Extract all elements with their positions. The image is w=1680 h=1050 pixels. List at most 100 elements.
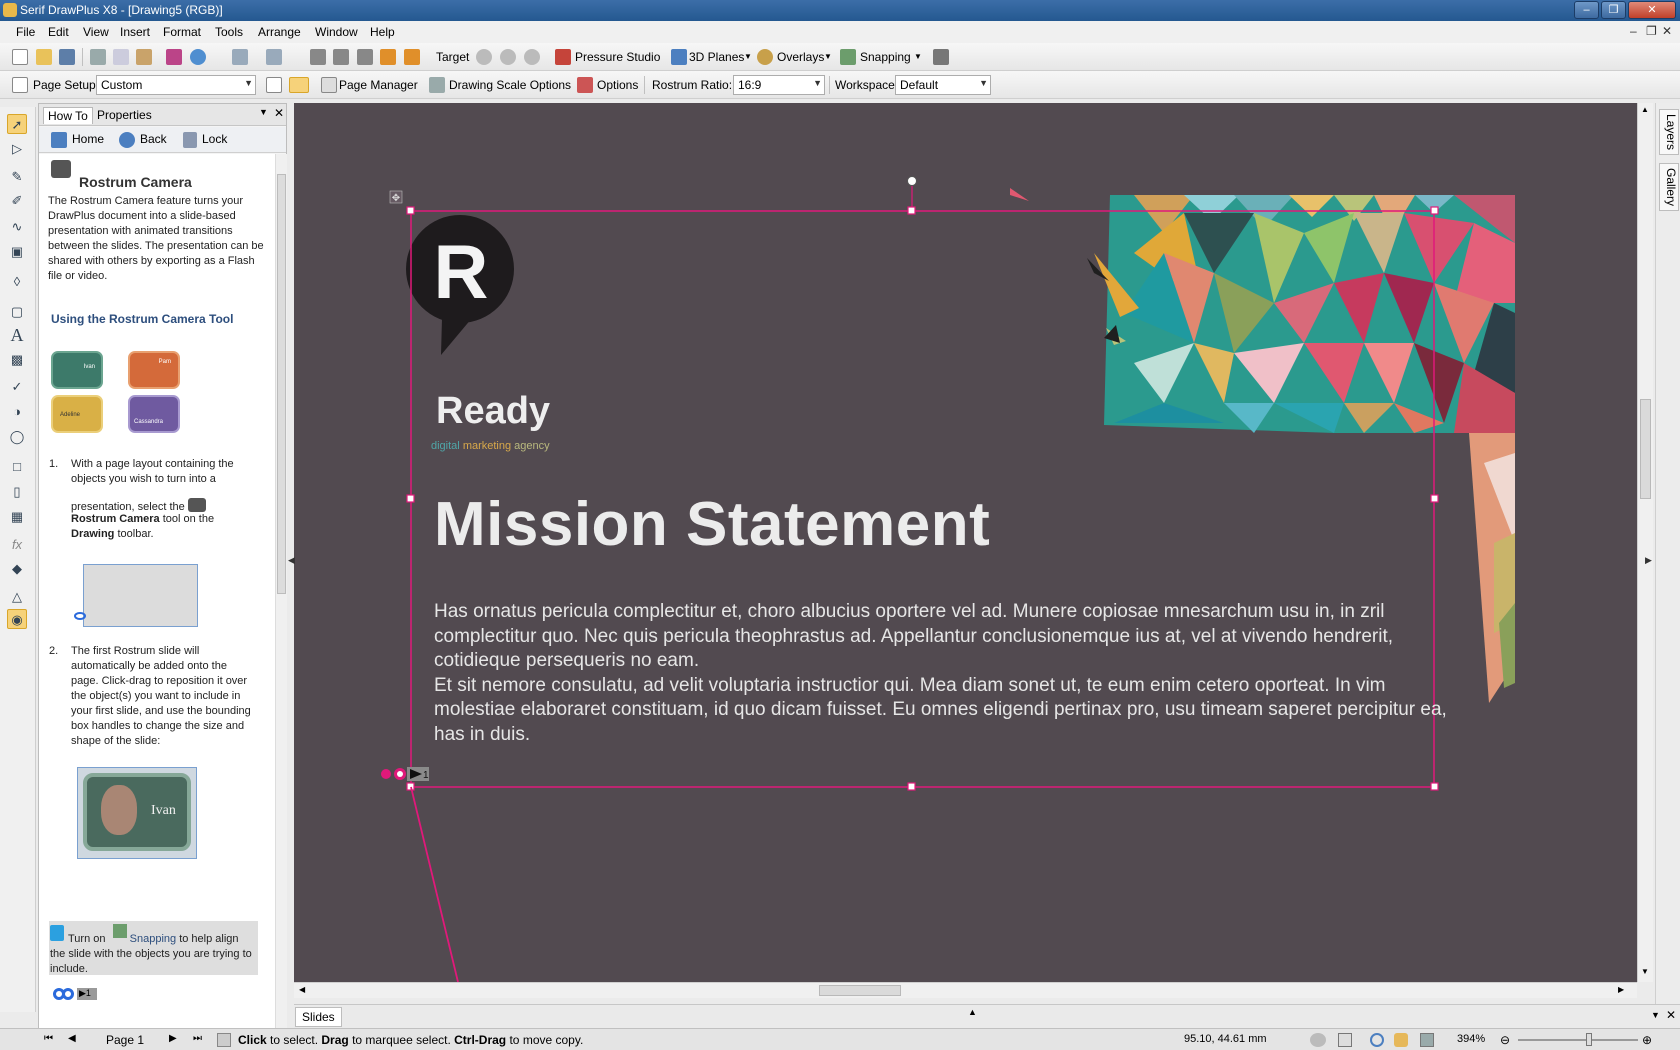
flip-horizontal-icon[interactable] [310, 49, 326, 65]
pressure-studio-icon[interactable] [555, 49, 571, 65]
chevron-down-icon[interactable]: ▼ [824, 52, 832, 61]
panel-menu-icon[interactable]: ▼ [1651, 1010, 1660, 1020]
drawing-canvas[interactable]: R ✥ 1 Ready digital marketing agency Mis… [294, 103, 1637, 982]
menu-tools[interactable]: Tools [215, 25, 243, 39]
save-icon[interactable] [59, 49, 75, 65]
home-icon[interactable] [51, 132, 67, 148]
drawing-scale-icon[interactable] [429, 77, 445, 93]
lock-button[interactable]: Lock [202, 132, 227, 146]
node-tool-icon[interactable]: ▷ [7, 139, 27, 159]
tab-layers[interactable]: Layers [1659, 109, 1679, 156]
scroll-down-icon[interactable]: ▼ [1641, 967, 1649, 976]
scroll-thumb[interactable] [1640, 399, 1651, 499]
collapse-right-icon[interactable]: ▶ [1645, 555, 1652, 566]
panel-close-icon[interactable]: ✕ [1666, 1008, 1676, 1022]
zoom-level[interactable]: 394% [1457, 1033, 1485, 1045]
doc-close-icon[interactable]: ✕ [1662, 24, 1672, 38]
how-to-scrollbar[interactable] [275, 154, 287, 1029]
print-icon[interactable] [933, 49, 949, 65]
target-label[interactable]: Target [436, 50, 469, 64]
zoom-tool-icon[interactable] [1370, 1033, 1384, 1047]
transparency-tool-icon[interactable]: ◯ [7, 427, 27, 447]
scroll-thumb[interactable] [277, 174, 286, 594]
format-painter-icon[interactable] [166, 49, 182, 65]
last-page-icon[interactable]: ⏭ [193, 1033, 202, 1044]
doc-minimize-icon[interactable]: – [1630, 24, 1637, 38]
pan-tool-icon[interactable] [1394, 1033, 1408, 1047]
paste-icon[interactable] [136, 49, 152, 65]
eraser-tool-icon[interactable]: ◊ [7, 272, 27, 292]
snapping-icon[interactable] [840, 49, 856, 65]
first-page-icon[interactable]: ⏮ [44, 1033, 53, 1044]
page-setup-icon[interactable] [12, 77, 28, 93]
scroll-right-icon[interactable]: ▶ [1618, 985, 1624, 994]
mesh-tool-icon[interactable]: ▦ [7, 507, 27, 527]
rostrum-ratio-select[interactable]: 16:9 ▼ [733, 75, 825, 95]
back-icon[interactable] [119, 132, 135, 148]
bring-forward-icon[interactable] [380, 49, 396, 65]
page-manager-icon[interactable] [321, 77, 337, 93]
menu-arrange[interactable]: Arrange [258, 25, 301, 39]
add-shape-icon[interactable] [476, 49, 492, 65]
flip-vertical-icon[interactable] [333, 49, 349, 65]
view-icon[interactable] [1310, 1033, 1326, 1047]
panel-menu-icon[interactable]: ▼ [259, 107, 268, 117]
scroll-left-icon[interactable]: ◀ [299, 985, 305, 994]
menu-file[interactable]: File [16, 25, 35, 39]
menu-help[interactable]: Help [370, 25, 395, 39]
canvas-vertical-scrollbar[interactable]: ▲ ▼ [1637, 103, 1653, 982]
drawing-scale-button[interactable]: Drawing Scale Options [449, 78, 571, 92]
rotate-icon[interactable] [357, 49, 373, 65]
tab-how-to[interactable]: How To [43, 107, 93, 124]
3d-planes-button[interactable]: 3D Planes [689, 50, 744, 64]
function-tool-icon[interactable]: fx [7, 535, 27, 555]
text-tool-icon[interactable]: A [7, 325, 27, 345]
canvas-horizontal-scrollbar[interactable]: ◀ ▶ [294, 982, 1637, 998]
options-icon[interactable] [577, 77, 593, 93]
doc-restore-icon[interactable]: ❐ [1646, 24, 1657, 38]
zoom-options-icon[interactable] [190, 49, 206, 65]
zoom-options-icon[interactable] [1420, 1033, 1434, 1047]
tab-gallery[interactable]: Gallery [1659, 163, 1679, 212]
envelope-tool-icon[interactable]: ▯ [7, 482, 27, 502]
options-button[interactable]: Options [597, 78, 638, 92]
crop-tool-icon[interactable]: □ [7, 457, 27, 477]
workspace-select[interactable]: Default ▼ [895, 75, 991, 95]
menu-window[interactable]: Window [315, 25, 358, 39]
lock-icon[interactable] [183, 132, 197, 148]
subtract-shape-icon[interactable] [500, 49, 516, 65]
page-setup-button[interactable]: Page Setup [33, 78, 96, 92]
3d-planes-icon[interactable] [671, 49, 687, 65]
collapse-left-icon[interactable]: ◀ [288, 555, 295, 566]
picture-tool-icon[interactable]: ▩ [7, 350, 27, 370]
panel-close-icon[interactable]: ✕ [274, 106, 284, 120]
copy-icon[interactable] [113, 49, 129, 65]
close-button[interactable]: ✕ [1628, 1, 1676, 19]
stamp-tool-icon[interactable]: △ [7, 587, 27, 607]
cut-icon[interactable] [90, 49, 106, 65]
pencil-tool-icon[interactable]: ✎ [7, 167, 27, 187]
new-icon[interactable] [12, 49, 28, 65]
how-to-subtitle[interactable]: Using the Rostrum Camera Tool [51, 312, 233, 326]
snapping-button[interactable]: Snapping [860, 50, 911, 64]
zoom-slider-track[interactable] [1518, 1039, 1638, 1041]
send-back-icon[interactable] [404, 49, 420, 65]
menu-edit[interactable]: Edit [48, 25, 69, 39]
color-picker-tool-icon[interactable]: ✓ [7, 377, 27, 397]
portrait-icon[interactable] [266, 77, 282, 93]
page-indicator[interactable]: Page 1 [106, 1033, 144, 1047]
pressure-studio-button[interactable]: Pressure Studio [575, 50, 660, 64]
snapping-link[interactable]: Snapping [130, 933, 177, 945]
zoom-slider-thumb[interactable] [1586, 1033, 1592, 1046]
prev-page-icon[interactable]: ◀ [68, 1033, 76, 1044]
fill-tool-icon[interactable]: ◑ [7, 402, 27, 422]
pointer-tool-icon[interactable]: ➚ [7, 114, 27, 134]
pen-tool-icon[interactable]: ∿ [7, 217, 27, 237]
page-setup-select[interactable]: Custom ▼ [96, 75, 256, 95]
overlays-icon[interactable] [757, 49, 773, 65]
chevron-down-icon[interactable]: ▼ [744, 52, 752, 61]
maximize-button[interactable]: ❐ [1601, 1, 1626, 19]
scroll-up-icon[interactable]: ▲ [1641, 105, 1649, 114]
back-button[interactable]: Back [140, 132, 167, 146]
tab-properties[interactable]: Properties [93, 107, 156, 123]
